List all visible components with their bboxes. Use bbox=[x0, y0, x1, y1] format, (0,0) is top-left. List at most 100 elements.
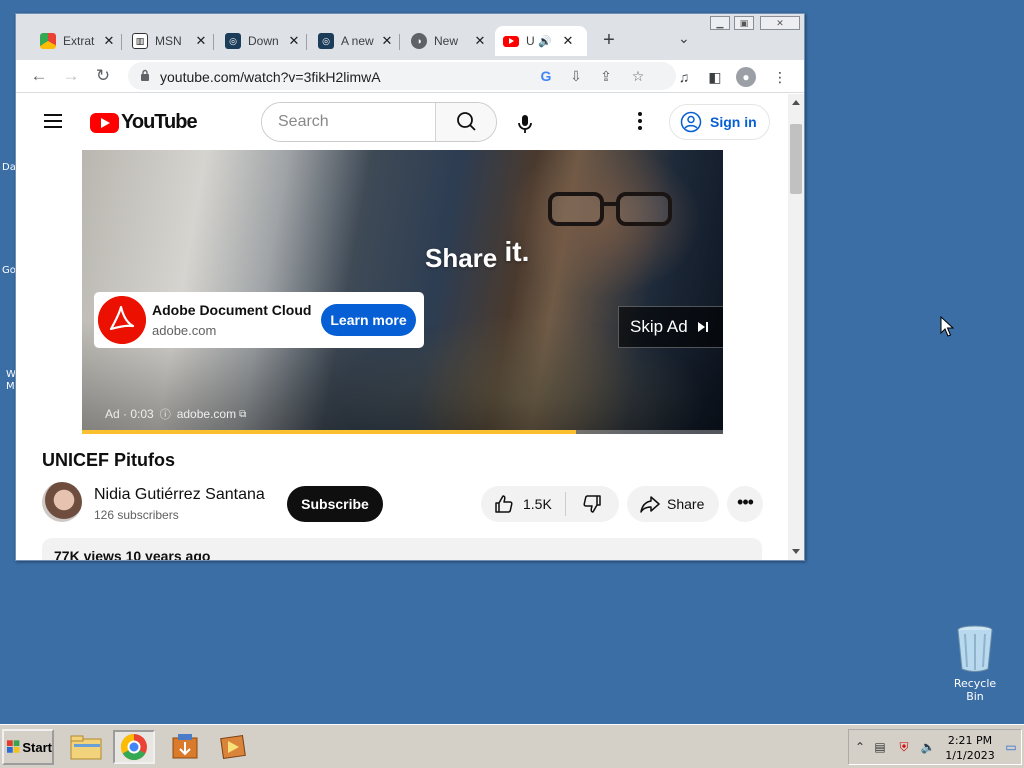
ad-advertiser-name[interactable]: Adobe Document Cloud bbox=[152, 302, 311, 318]
mouse-cursor-icon bbox=[940, 316, 954, 337]
browser-toolbar: ← → ↻ youtube.com/watch?v=3fikH2limwA G … bbox=[16, 60, 804, 93]
tab-close-icon[interactable]: ✕ bbox=[102, 33, 116, 49]
system-tray: ⌃ ▤ ⛨ 🔈 2:21 PM 1/1/2023 ▭ bbox=[848, 729, 1022, 765]
tab-youtube[interactable]: U 🔊 ✕ bbox=[495, 26, 587, 56]
share-label: Share bbox=[667, 496, 705, 512]
share-arrow-icon bbox=[640, 496, 660, 513]
desktop-icon-label[interactable]: M bbox=[6, 381, 15, 392]
address-bar[interactable]: youtube.com/watch?v=3fikH2limwA G ⇩ ⇪ ☆ bbox=[128, 62, 676, 90]
tab-download[interactable]: ◎ Down ✕ bbox=[217, 26, 307, 56]
more-actions-button[interactable]: ••• bbox=[727, 486, 763, 522]
clock[interactable]: 2:21 PM 1/1/2023 bbox=[945, 733, 995, 763]
tab-close-icon[interactable]: ✕ bbox=[287, 33, 301, 49]
sign-in-button[interactable]: Sign in bbox=[669, 104, 770, 140]
google-lens-icon[interactable]: G bbox=[536, 66, 556, 86]
volume-icon[interactable]: 🔈 bbox=[920, 739, 936, 755]
audio-playing-icon[interactable]: 🔊 bbox=[538, 35, 558, 48]
tab-extension[interactable]: Extrat ✕ bbox=[32, 26, 122, 56]
channel-name[interactable]: Nidia Gutiérrez Santana bbox=[94, 486, 265, 504]
tray-expand-icon[interactable]: ⌃ bbox=[852, 739, 868, 755]
page-scrollbar[interactable] bbox=[788, 94, 804, 560]
film-media-icon bbox=[220, 735, 246, 759]
windows-flag-icon bbox=[7, 740, 20, 753]
video-player[interactable]: Share it. Adobe Document Cloud adobe.com… bbox=[82, 150, 723, 434]
tab-anew[interactable]: ◎ A new ✕ bbox=[310, 26, 400, 56]
clock-date: 1/1/2023 bbox=[945, 749, 995, 762]
description-box[interactable]: 77K views 10 years ago bbox=[42, 538, 762, 560]
skip-ad-button[interactable]: Skip Ad bbox=[618, 306, 723, 348]
like-button[interactable]: 1.5K bbox=[481, 486, 565, 522]
profile-avatar-icon[interactable]: ● bbox=[736, 67, 756, 87]
info-icon[interactable]: ⓘ bbox=[160, 406, 171, 422]
account-circle-icon bbox=[680, 111, 702, 133]
scroll-up-arrow-icon[interactable] bbox=[792, 100, 800, 105]
microphone-icon[interactable] bbox=[513, 112, 537, 136]
desktop-icon-label[interactable]: Go bbox=[2, 265, 16, 276]
bookmark-star-icon[interactable]: ☆ bbox=[628, 66, 648, 86]
ad-progress-bar[interactable] bbox=[82, 430, 723, 434]
recycle-bin[interactable]: Recycle Bin bbox=[944, 624, 1006, 703]
taskbar-media-app[interactable] bbox=[212, 730, 254, 764]
tab-title: U bbox=[526, 34, 535, 48]
media-control-icon[interactable]: ♫ bbox=[674, 67, 694, 87]
tab-search-chevron-icon[interactable]: ⌄ bbox=[678, 30, 690, 47]
side-panel-icon[interactable]: ◧ bbox=[705, 67, 725, 87]
search-button[interactable] bbox=[435, 103, 496, 141]
reload-button[interactable]: ↻ bbox=[92, 65, 114, 87]
install-app-icon[interactable]: ⇩ bbox=[566, 66, 586, 86]
tab-close-icon[interactable]: ✕ bbox=[561, 33, 575, 49]
tab-new[interactable]: ◑ New ✕ bbox=[403, 26, 493, 56]
back-button[interactable]: ← bbox=[28, 65, 50, 87]
browser-menu-icon[interactable]: ⋮ bbox=[770, 67, 790, 87]
taskbar-file-explorer[interactable] bbox=[66, 730, 108, 764]
url-text[interactable]: youtube.com/watch?v=3fikH2limwA bbox=[160, 69, 381, 85]
search-input[interactable] bbox=[262, 103, 435, 141]
download-site-icon: ◎ bbox=[225, 33, 241, 49]
settings-more-icon[interactable] bbox=[636, 112, 644, 132]
restore-button[interactable]: ▣ bbox=[734, 16, 754, 30]
security-alert-icon[interactable]: ⛨ bbox=[896, 739, 912, 755]
subscribe-button[interactable]: Subscribe bbox=[287, 486, 383, 522]
scroll-thumb[interactable] bbox=[790, 124, 802, 194]
logo-wordmark: YouTube bbox=[121, 111, 198, 133]
menu-hamburger-icon[interactable] bbox=[44, 114, 62, 128]
tab-close-icon[interactable]: ✕ bbox=[473, 33, 487, 49]
ad-meta: Ad · 0:03 ⓘ adobe.com ⧉ bbox=[105, 406, 246, 422]
dislike-button[interactable] bbox=[567, 486, 617, 522]
scroll-down-arrow-icon[interactable] bbox=[792, 549, 800, 554]
external-link-icon: ⧉ bbox=[239, 408, 247, 420]
ad-card[interactable]: Adobe Document Cloud adobe.com Learn mor… bbox=[94, 292, 424, 348]
youtube-play-logo-icon bbox=[90, 112, 119, 133]
ad-domain: adobe.com bbox=[152, 323, 217, 338]
taskbar-app-installer[interactable] bbox=[164, 730, 206, 764]
skip-ad-label: Skip Ad bbox=[630, 317, 688, 336]
tab-close-icon[interactable]: ✕ bbox=[380, 33, 394, 49]
thumbs-up-icon bbox=[495, 495, 513, 513]
share-button[interactable]: Share bbox=[627, 486, 719, 522]
start-button[interactable]: Start bbox=[2, 729, 54, 765]
forward-button[interactable]: → bbox=[60, 65, 82, 87]
network-icon[interactable]: ▤ bbox=[872, 739, 888, 755]
tab-strip: ▁ ▣ ✕ Extrat ✕ ▥ MSN ✕ ◎ Down ✕ ◎ A new … bbox=[16, 14, 804, 60]
taskbar-chrome[interactable] bbox=[113, 730, 155, 764]
browser-window: ▁ ▣ ✕ Extrat ✕ ▥ MSN ✕ ◎ Down ✕ ◎ A new … bbox=[15, 13, 805, 561]
tab-msn[interactable]: ▥ MSN ✕ bbox=[124, 26, 214, 56]
tab-title: Extrat bbox=[63, 34, 95, 48]
skip-next-icon bbox=[696, 320, 710, 334]
taskbar: Start ⌃ ▤ ⛨ 🔈 2:21 PM 1/1/2023 ▭ bbox=[0, 724, 1024, 768]
adobe-acrobat-icon bbox=[98, 296, 146, 344]
desktop-icon-label[interactable]: Da bbox=[2, 162, 16, 173]
ad-meta-domain[interactable]: adobe.com bbox=[177, 407, 236, 421]
show-desktop-icon[interactable]: ▭ bbox=[1003, 739, 1019, 755]
share-page-icon[interactable]: ⇪ bbox=[596, 66, 616, 86]
minimize-button[interactable]: ▁ bbox=[710, 16, 730, 30]
search-box bbox=[261, 102, 497, 142]
channel-avatar[interactable] bbox=[42, 482, 82, 522]
lock-icon[interactable] bbox=[140, 69, 150, 81]
youtube-logo[interactable]: YouTube bbox=[90, 111, 198, 134]
learn-more-button[interactable]: Learn more bbox=[321, 304, 416, 336]
new-tab-button[interactable]: + bbox=[598, 30, 620, 50]
close-window-button[interactable]: ✕ bbox=[760, 16, 800, 30]
tab-close-icon[interactable]: ✕ bbox=[194, 33, 208, 49]
installer-box-icon bbox=[172, 734, 198, 759]
